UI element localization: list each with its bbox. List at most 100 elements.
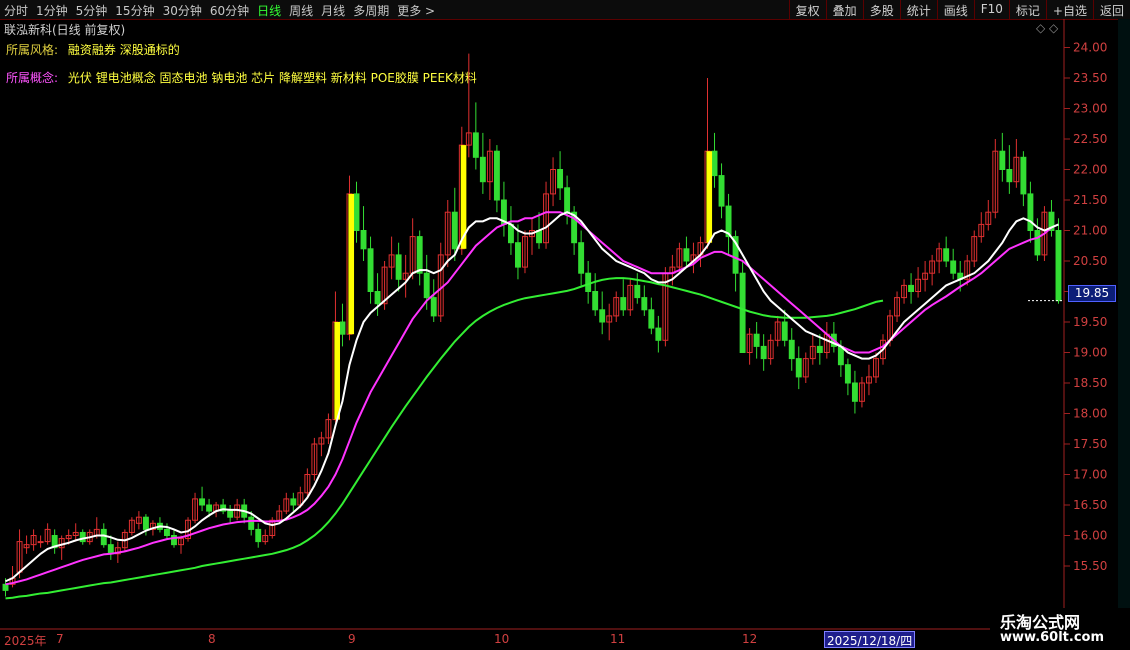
candle-body <box>472 132 479 158</box>
period-tab[interactable]: 30分钟 <box>163 4 202 18</box>
period-tab[interactable]: 周线 <box>289 4 313 18</box>
period-tab[interactable]: 更多 > <box>397 4 435 18</box>
x-tick-label: 7 <box>56 632 64 646</box>
candle-body <box>367 248 374 293</box>
x-tick-label: 11 <box>610 632 626 646</box>
y-tick-label: 18.50 <box>1073 376 1107 390</box>
candle-body <box>100 528 107 546</box>
y-tick-label: 17.50 <box>1073 437 1107 451</box>
candle-body <box>290 498 297 506</box>
period-tab[interactable]: 多周期 <box>353 4 389 18</box>
candle-body <box>655 327 662 341</box>
candle-body <box>950 260 957 274</box>
candle-body <box>374 291 381 305</box>
period-tab[interactable]: 日线 <box>257 4 281 18</box>
x-tick-label: 12 <box>742 632 758 646</box>
candle-body <box>760 345 767 360</box>
y-tick-label: 18.00 <box>1073 407 1107 421</box>
candle-body <box>648 309 655 329</box>
current-price-label: 19.85 <box>1068 285 1116 302</box>
candle-body <box>430 297 437 317</box>
candle-body <box>493 150 500 201</box>
x-tick-label: 10 <box>494 632 510 646</box>
toolbar-button[interactable]: 返回 <box>1092 0 1130 19</box>
candle-body <box>1020 156 1027 195</box>
y-tick-label: 20.50 <box>1073 254 1107 268</box>
candle-body <box>79 531 86 543</box>
candle-body <box>753 333 760 347</box>
candle-body <box>255 528 262 543</box>
candle-body <box>227 510 234 518</box>
y-tick-label: 23.50 <box>1073 71 1107 85</box>
candle-body <box>599 309 606 323</box>
candle-body <box>739 272 746 353</box>
candle-body <box>795 358 802 378</box>
candle-body <box>641 297 648 311</box>
right-side-panel[interactable] <box>1118 19 1130 631</box>
y-tick-label: 19.50 <box>1073 315 1107 329</box>
y-tick-label: 19.00 <box>1073 346 1107 360</box>
period-tab[interactable]: 5分钟 <box>76 4 108 18</box>
x-tick-label: 2025年 <box>4 634 47 648</box>
candle-body <box>451 211 458 250</box>
y-tick-label: 21.00 <box>1073 224 1107 238</box>
candle-body <box>164 528 170 536</box>
toolbar-button[interactable]: 标记 <box>1008 0 1046 19</box>
period-tab[interactable]: 1分钟 <box>36 4 68 18</box>
signal-bar <box>706 151 713 243</box>
candle-body <box>781 321 788 341</box>
x-tick-label: 8 <box>208 632 216 646</box>
y-tick-label: 22.00 <box>1073 163 1107 177</box>
candle-body <box>683 248 690 262</box>
crosshair-date-label: 2025/12/18/四 <box>824 631 916 648</box>
y-tick-label: 17.00 <box>1073 468 1107 482</box>
toolbar-button[interactable]: 叠加 <box>825 0 863 19</box>
candle-body <box>578 242 585 274</box>
candle-body <box>206 504 213 512</box>
toolbar-button[interactable]: 统计 <box>899 0 937 19</box>
y-tick-label: 22.50 <box>1073 132 1107 146</box>
candle-body <box>416 236 423 274</box>
candle-body <box>634 284 641 299</box>
candle-body <box>339 321 346 335</box>
candle-body <box>711 150 718 177</box>
signal-bar <box>348 193 355 335</box>
toolbar-button[interactable]: 画线 <box>936 0 974 19</box>
toolbar-button[interactable]: F10 <box>973 0 1009 19</box>
candle-body <box>564 187 571 213</box>
candle-body <box>999 150 1006 170</box>
date-axis-bar <box>0 631 1130 650</box>
ma-slow-line <box>5 277 884 600</box>
period-tab[interactable]: 60分钟 <box>210 4 249 18</box>
y-tick-label: 15.50 <box>1073 559 1107 573</box>
candle-body <box>248 516 255 530</box>
x-tick-label: 9 <box>348 632 356 646</box>
candle-body <box>1034 230 1041 256</box>
y-tick-label: 24.00 <box>1073 41 1107 55</box>
candle-body <box>423 272 430 299</box>
candle-body <box>718 175 725 207</box>
period-tab[interactable]: 分时 <box>4 4 28 18</box>
candle-body <box>360 230 367 250</box>
toolbar-button[interactable]: 复权 <box>788 0 826 19</box>
candle-body <box>395 254 402 280</box>
ma-fast-line <box>5 211 1059 583</box>
candle-body <box>592 291 599 311</box>
candle-body <box>557 169 564 189</box>
period-tab[interactable]: 15分钟 <box>115 4 154 18</box>
candle-body <box>1006 169 1013 183</box>
candle-body <box>37 541 44 544</box>
candle-body <box>585 272 592 292</box>
top-toolbar: 分时 1分钟 5分钟 15分钟 30分钟 60分钟 日线 周线 月线 多周期 更多 > 复权 叠加 多股… <box>0 0 1130 20</box>
period-tab[interactable]: 月线 <box>321 4 345 18</box>
candlestick-chart[interactable]: 24.00 23.50 23.00 22.50 22.00 21.50 21.00 20.50… <box>0 19 1118 631</box>
candle-body <box>479 156 486 183</box>
signal-bar <box>334 322 341 420</box>
candle-body <box>844 364 851 384</box>
toolbar-button[interactable]: 多股 <box>862 0 900 19</box>
candle-body <box>788 339 795 360</box>
y-tick-label: 21.50 <box>1073 193 1107 207</box>
candle-body <box>816 345 823 353</box>
toolbar-button[interactable]: +自选 <box>1045 0 1093 19</box>
candle-body <box>515 242 521 268</box>
